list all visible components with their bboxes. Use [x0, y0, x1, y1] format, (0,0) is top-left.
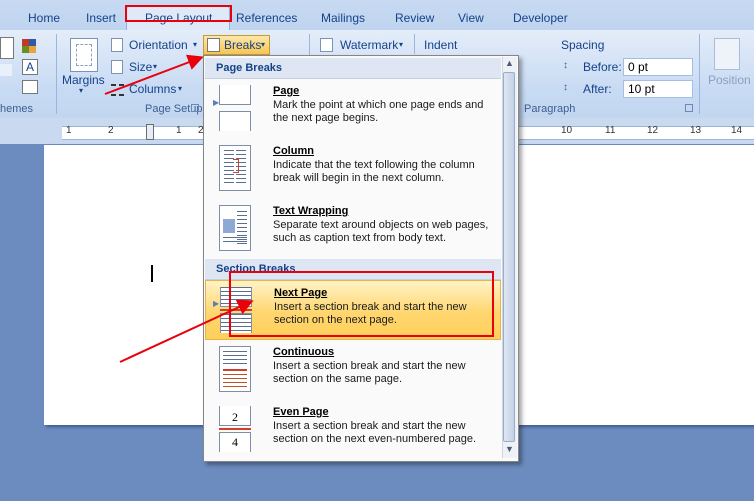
arrow-to-breaks: [104, 54, 204, 95]
arrow-to-next-page: [119, 299, 254, 363]
annotation-arrows: [104, 54, 254, 363]
